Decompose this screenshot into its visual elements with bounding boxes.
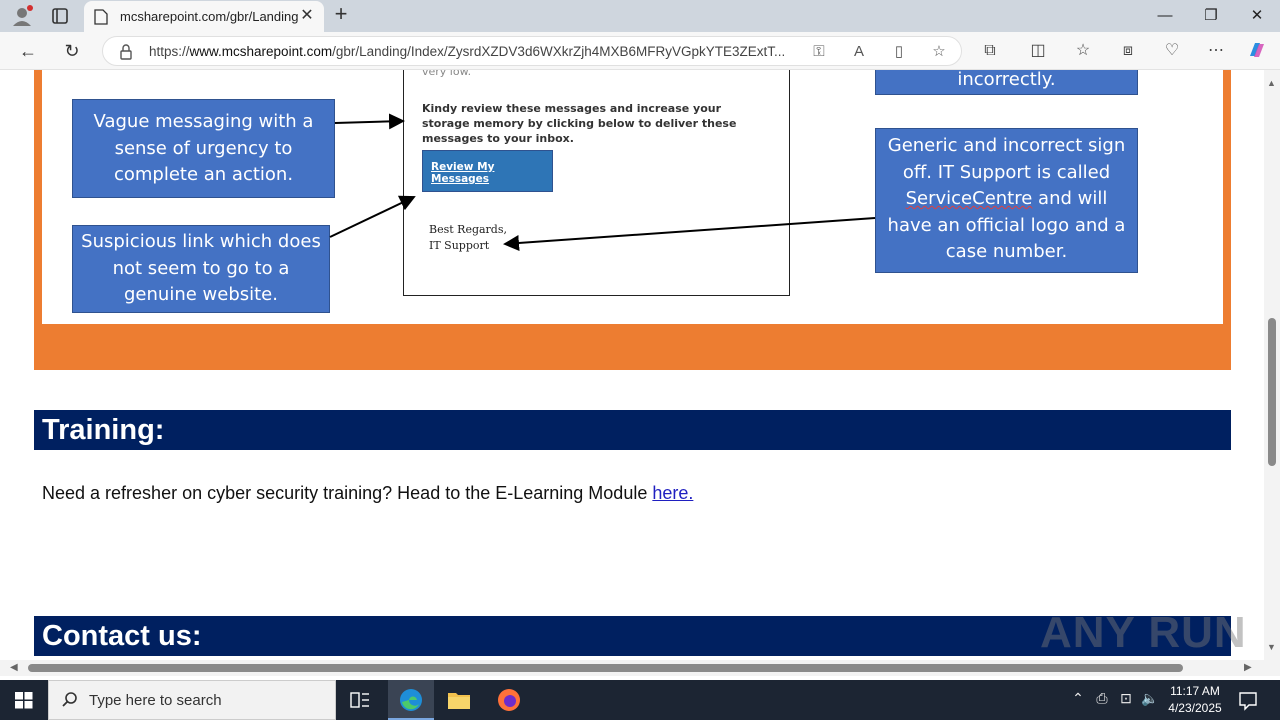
scroll-right-icon[interactable]: ▶ — [1244, 662, 1252, 673]
search-placeholder: Type here to search — [89, 692, 222, 709]
close-tab-icon[interactable]: ✕ — [298, 7, 316, 25]
volume-icon[interactable]: 🔈 — [1140, 690, 1160, 707]
tab-actions-icon[interactable] — [48, 4, 72, 28]
anyrun-watermark: ANY RUN — [1040, 608, 1247, 657]
vertical-scrollbar[interactable]: ▲ ▼ — [1264, 70, 1280, 660]
url-text[interactable]: https://www.mcsharepoint.com/gbr/Landing… — [149, 44, 799, 59]
vertical-scroll-thumb[interactable] — [1268, 318, 1276, 466]
horizontal-scroll-thumb[interactable] — [28, 664, 1183, 672]
favorites-icon[interactable]: ☆ — [1071, 39, 1095, 63]
page-viewport: very low. Kindy review these messages an… — [0, 70, 1264, 660]
title-bar: mcsharepoint.com/gbr/Landing ✕ + — ❐ ✕ — [0, 0, 1280, 32]
show-hidden-icons-icon[interactable]: ⌃ — [1068, 690, 1088, 707]
folder-icon — [448, 693, 470, 709]
file-explorer-button[interactable] — [436, 680, 482, 720]
favorite-star-icon[interactable]: ☆ — [929, 42, 949, 62]
read-aloud-icon[interactable]: A — [849, 42, 869, 62]
horizontal-scrollbar[interactable]: ◀ ▶ — [0, 660, 1264, 676]
scroll-down-icon[interactable]: ▼ — [1267, 642, 1276, 652]
restore-button[interactable]: ❐ — [1188, 0, 1234, 32]
copilot-icon[interactable] — [1245, 39, 1269, 63]
training-heading: Training: — [34, 410, 1231, 450]
more-options-icon[interactable]: ⋯ — [1204, 39, 1228, 63]
training-text: Need a refresher on cyber security train… — [42, 483, 694, 503]
browser-toolbar: ← ↻ https://www.mcsharepoint.com/gbr/Lan… — [0, 32, 1280, 70]
new-tab-button[interactable]: + — [330, 3, 352, 26]
start-button[interactable] — [0, 680, 48, 720]
split-screen-icon[interactable]: ◫ — [1026, 39, 1050, 63]
page-icon — [94, 9, 108, 25]
scroll-left-icon[interactable]: ◀ — [10, 662, 18, 673]
immersive-reader-icon[interactable]: ▯ — [889, 42, 909, 62]
clock-time: 11:17 AM — [1170, 684, 1220, 698]
lock-icon[interactable] — [119, 44, 133, 60]
task-view-button[interactable] — [337, 680, 383, 720]
tab-title: mcsharepoint.com/gbr/Landing — [120, 9, 298, 24]
system-clock[interactable]: 11:17 AM 4/23/2025 — [1160, 683, 1230, 717]
profile-icon[interactable] — [10, 4, 34, 28]
close-window-button[interactable]: ✕ — [1234, 0, 1280, 32]
minimize-button[interactable]: — — [1142, 0, 1188, 32]
extensions-icon[interactable]: ⧉ — [978, 39, 1002, 63]
refresh-button[interactable]: ↻ — [58, 37, 86, 65]
collections-icon[interactable]: ⧈ — [1116, 39, 1140, 63]
windows-logo-icon — [15, 692, 33, 709]
windows-taskbar: Type here to search ⌃ ⎙ ⊡ 🔈 11:17 AM 4/2… — [0, 680, 1280, 720]
clock-date: 4/23/2025 — [1168, 701, 1222, 715]
scroll-up-icon[interactable]: ▲ — [1267, 78, 1276, 88]
address-bar[interactable]: https://www.mcsharepoint.com/gbr/Landing… — [102, 36, 962, 66]
elearning-link[interactable]: here. — [652, 483, 693, 503]
edge-icon — [400, 689, 422, 711]
network-icon[interactable]: ⊡ — [1116, 690, 1136, 707]
key-icon[interactable]: ⚿ — [809, 42, 829, 62]
notifications-icon[interactable] — [1236, 688, 1260, 712]
back-button[interactable]: ← — [14, 37, 42, 65]
scrollbar-corner — [1264, 660, 1280, 676]
annotation-arrows — [329, 113, 876, 251]
search-icon — [61, 691, 79, 709]
browser-essentials-icon[interactable]: ♡ — [1160, 39, 1184, 63]
firefox-icon — [498, 689, 520, 711]
meet-now-icon[interactable]: ⎙ — [1092, 690, 1112, 707]
task-view-icon — [350, 692, 369, 708]
edge-taskbar-button[interactable] — [388, 680, 434, 720]
taskbar-search[interactable]: Type here to search — [48, 680, 336, 720]
browser-tab[interactable]: mcsharepoint.com/gbr/Landing ✕ — [84, 1, 324, 32]
firefox-button[interactable] — [486, 680, 532, 720]
